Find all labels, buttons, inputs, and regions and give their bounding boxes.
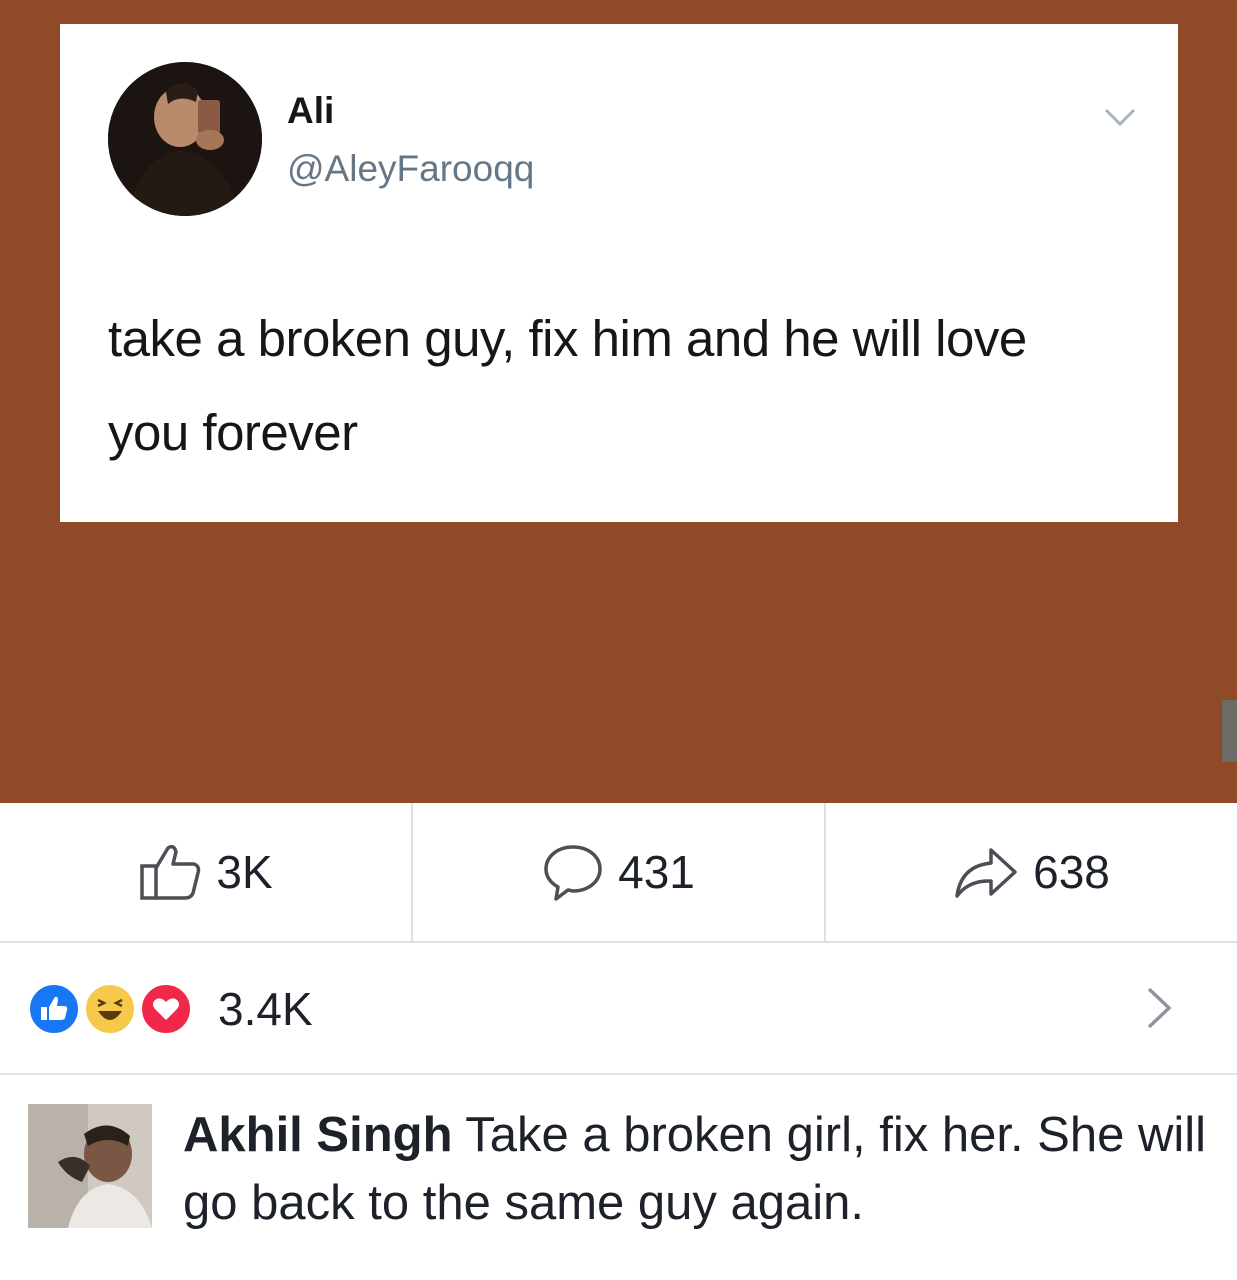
love-reaction-icon (138, 981, 194, 1037)
comment-button[interactable]: 431 (411, 803, 824, 941)
tweet-avatar (108, 62, 262, 216)
comment-body: Akhil Singh Take a broken girl, fix her.… (183, 1101, 1223, 1237)
comment-count: 431 (618, 846, 695, 898)
action-bar: 3K 431 638 (0, 803, 1237, 943)
comment-bubble-icon (542, 841, 604, 903)
like-count: 3K (216, 846, 273, 898)
tweet-author-handle[interactable]: @AleyFarooqq (287, 148, 534, 190)
comment-avatar[interactable] (28, 1104, 152, 1228)
comment: Akhil Singh Take a broken girl, fix her.… (0, 1077, 1237, 1280)
reactions-summary[interactable]: 3.4K (0, 945, 1237, 1075)
like-reaction-icon (26, 981, 82, 1037)
post-image[interactable]: Ali @AleyFarooqq take a broken guy, fix … (0, 0, 1237, 803)
reactions-count: 3.4K (218, 983, 313, 1035)
reaction-icons (26, 981, 206, 1037)
chevron-right-icon[interactable] (1143, 983, 1175, 1038)
haha-reaction-icon (82, 981, 138, 1037)
thumbs-up-icon (138, 842, 202, 902)
share-arrow-icon (953, 844, 1019, 900)
tweet-author-name[interactable]: Ali (287, 90, 334, 132)
scrollbar-handle[interactable] (1222, 700, 1237, 762)
tweet-card: Ali @AleyFarooqq take a broken guy, fix … (60, 24, 1178, 522)
share-count: 638 (1033, 846, 1110, 898)
comment-author[interactable]: Akhil Singh (183, 1108, 453, 1162)
share-button[interactable]: 638 (824, 803, 1237, 941)
chevron-down-icon[interactable] (1100, 102, 1140, 132)
like-button[interactable]: 3K (0, 803, 411, 941)
tweet-text: take a broken guy, fix him and he will l… (108, 310, 1027, 461)
